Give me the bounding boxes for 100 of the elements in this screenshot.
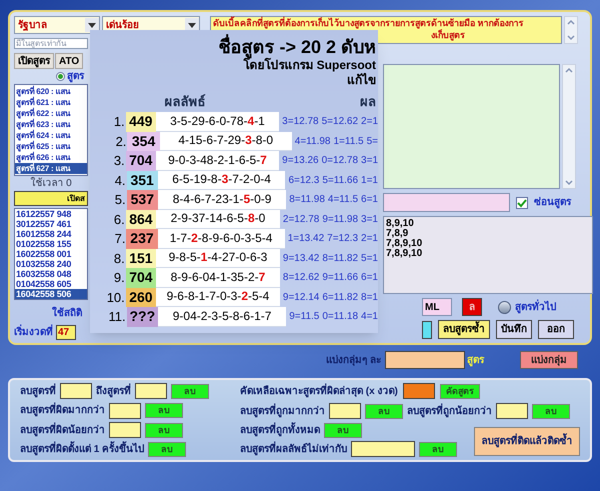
sequence-text: 1-7-2-8-9-6-0-3-5-4 [158,229,285,248]
group-button[interactable]: แบ่งกลุ่ม [520,351,578,369]
stat-text: 5=12.62 [322,116,358,128]
stat-text: 2=1 [361,233,378,244]
delete-button[interactable]: คัดสูตร [440,384,480,398]
group-unit: สูตร [466,354,484,366]
elapsed-label: ใช้เวลา 0 [29,178,73,189]
result-number: ??? [126,307,158,326]
repeat-delete-button[interactable]: ลบสูตรที่ติดแล้วติดซ้ำ [474,427,580,456]
stat-text: 5=1 [361,252,378,264]
input-field[interactable]: ML [422,298,452,316]
dropdown-value: รัฐบาล [18,20,47,30]
column-heading: ผลลัพธ์ [164,94,206,110]
action-button[interactable]: บันทึก [496,320,532,339]
result-number: 351 [126,170,158,190]
rule-label: ถึงสูตรที่ [96,386,131,396]
checkbox[interactable] [516,196,528,208]
delete-button[interactable]: ลบ [171,384,209,398]
result-number: 260 [126,288,156,307]
stat-text: 4=11.5 [328,194,358,206]
sequence-text: 9-6-8-1-7-0-3-2-5-4 [156,288,280,307]
result-number: 237 [126,229,158,248]
input-field[interactable] [329,403,361,419]
stat-text: 9=11.66 [322,272,358,284]
list-item[interactable]: สูตรที่ 627 : แสน [15,163,87,174]
row-number: 6. [112,214,126,225]
popup-note: แก้ไข [347,73,376,88]
text-area[interactable] [383,64,560,189]
list-item[interactable]: 01042558 605 [15,279,87,289]
input-field[interactable] [351,441,415,457]
row-number: 3. [112,155,126,166]
stat-text: 9=13.42 [282,252,320,264]
list-item[interactable]: สูตรที่ 625 : แสน [15,141,87,152]
sequence-text: 9-8-5-1-4-27-0-6-3 [156,248,280,268]
list-text: 8,9,10 [386,219,415,229]
list-item[interactable]: 16012558 244 [15,229,87,239]
stat-text: 5=11.66 [322,174,358,186]
stat-text: 9=11.98 [322,214,358,225]
row-number: 4. [114,174,127,186]
notice-text: ดับเบิ้ลคลิกที่สูตรที่ต้องการเก็บไว้บางสูตรจากรายการสูตรด้านซ้ายมือ หากต้องการ [213,17,525,29]
result-number: 151 [126,248,156,268]
list-item[interactable]: สูตรที่ 622 : แสน [15,108,87,119]
input-field[interactable] [109,422,141,438]
action-button[interactable]: ออก [538,320,574,339]
delete-button[interactable]: ลบ [145,422,183,438]
list-item[interactable]: 01022558 155 [15,239,87,249]
action-button[interactable]: ลบสูตรซ้ำ [438,320,490,339]
input-field[interactable] [402,383,435,399]
row-number: 7. [114,233,126,244]
sequence-text: 9-0-3-48-2-1-6-5-7 [156,151,280,170]
scroll-up-icon [565,17,577,27]
list-item[interactable]: สูตรที่ 626 : แสน [15,152,87,163]
search-field[interactable]: มีในสูตรเท่ากัน [14,38,88,49]
list-item[interactable]: 16122557 948 [15,209,87,219]
list-item[interactable]: สูตรที่ 623 : แสน [15,119,87,130]
toolbar-button[interactable]: ATO [55,53,84,69]
toolbar-button[interactable]: เปิดสูตร [14,53,54,69]
input-field[interactable] [60,383,92,399]
list-item[interactable]: 16042558 506 [15,289,87,299]
scrollbar[interactable] [562,64,576,189]
list-item[interactable]: 01032558 240 [15,259,87,269]
delete-button[interactable]: ลบ [148,442,186,457]
delete-button[interactable]: ลบ [532,404,570,418]
stat-text: 6=12.3 [288,174,320,186]
list-item[interactable]: สูตรที่ 620 : แสน [15,86,87,97]
partial-button[interactable] [422,320,432,338]
input-field[interactable] [383,193,510,212]
list-item[interactable]: สูตรที่ 621 : แสน [15,97,87,108]
list-item[interactable]: 16032558 048 [15,269,87,279]
input-field[interactable] [135,383,167,399]
stat-text: 1=1 [361,174,378,186]
list-item[interactable]: 30122557 461 [15,219,87,229]
input-field[interactable] [496,403,528,419]
input-field[interactable] [109,402,141,419]
stat-text: 4=11.98 [294,136,330,147]
radio-button[interactable] [56,72,65,81]
result-number: 354 [127,132,160,151]
sequence-text: 8-4-6-7-23-1-5-0-9 [158,190,286,210]
result-number: 864 [126,210,156,229]
stat-text: 2=12.78 [282,214,320,225]
group-size-field[interactable] [384,351,465,369]
dropdown[interactable]: รัฐบาล [14,16,100,34]
scroll-down-icon [565,33,577,43]
radio-button[interactable] [498,300,511,314]
row-number: 8. [112,252,126,264]
delete-button[interactable]: ลบ [145,403,183,418]
open-button[interactable]: เปิดส [14,191,88,206]
radio-label: สูตร [67,71,84,82]
stat-text: 6=1 [361,272,378,284]
start-draw-field[interactable]: 47 [56,325,76,340]
result-number: 449 [126,112,156,132]
stats-label: ใช้สถิติ [51,308,83,319]
delete-button[interactable]: ลบ [365,404,403,418]
list-item[interactable]: 16022558 001 [15,249,87,259]
list-item[interactable]: สูตรที่ 624 : แสน [15,130,87,141]
stat-text: 2=1 [361,116,378,128]
scrollbar[interactable] [564,16,578,44]
delete-button[interactable]: ลบ [324,423,362,438]
sequence-text: 3-5-29-6-0-78-4-1 [156,112,280,132]
delete-button[interactable]: ลบ [419,442,457,456]
